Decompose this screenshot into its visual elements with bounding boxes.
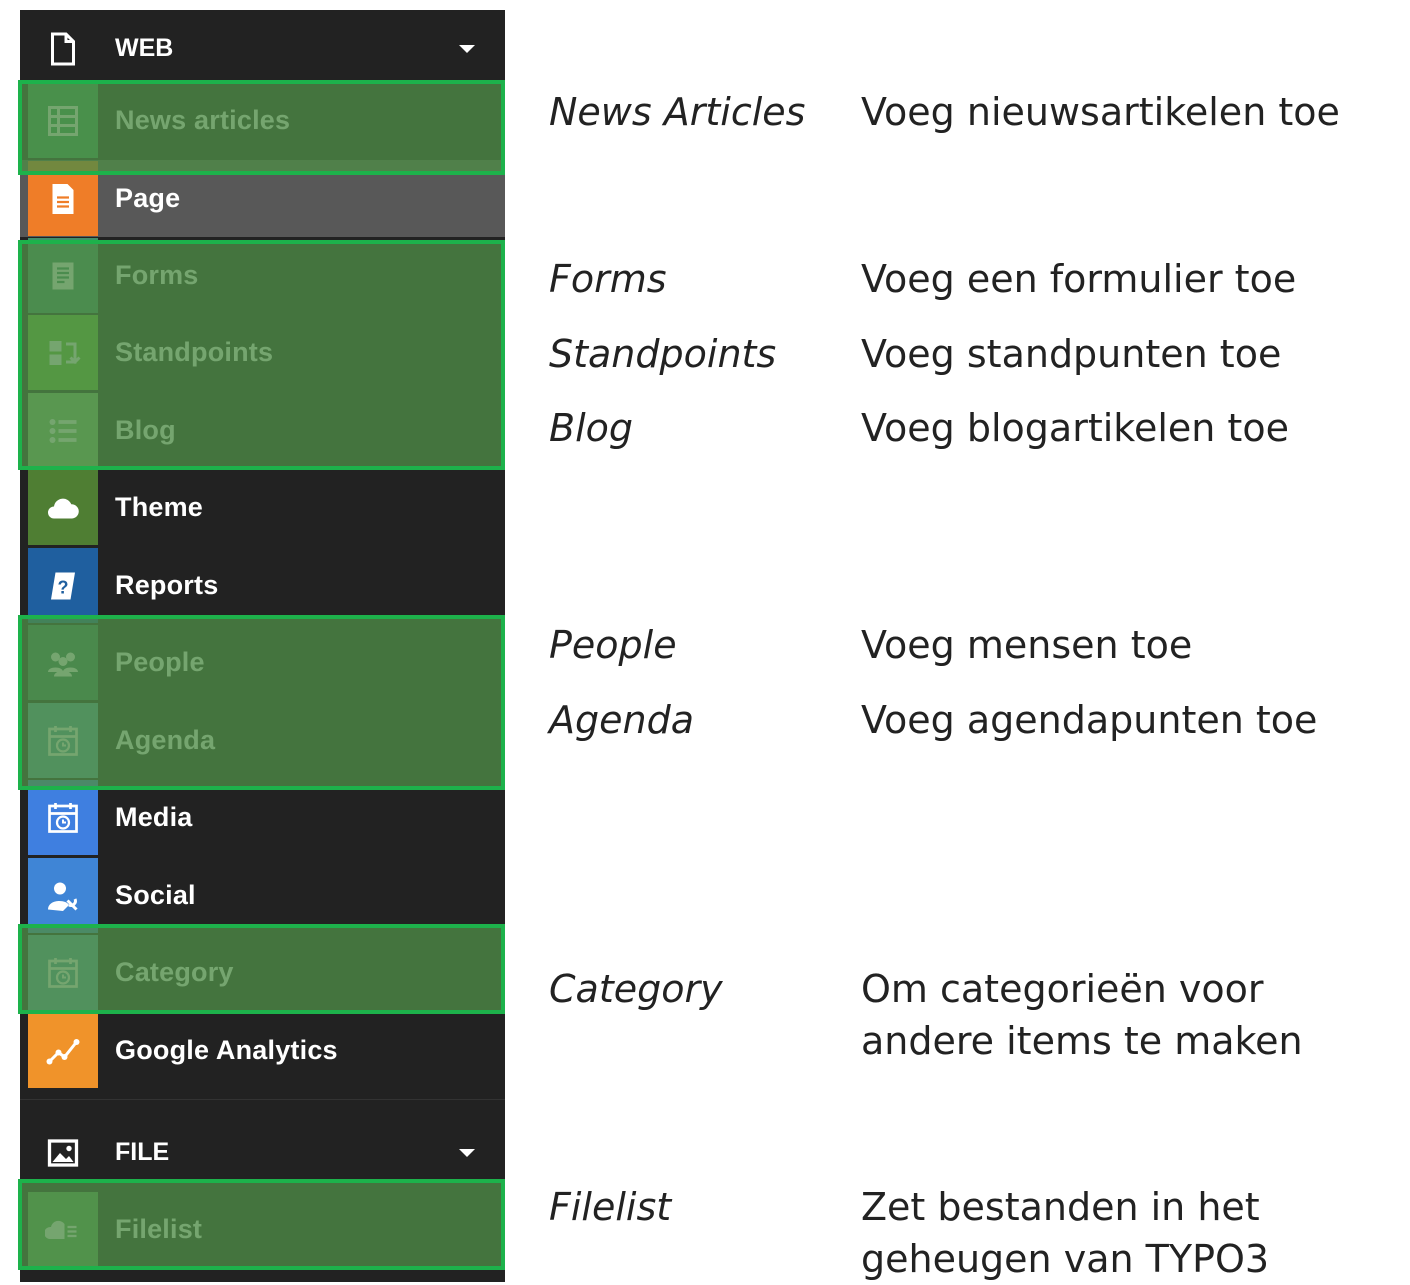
annotation-term: Standpoints (549, 332, 777, 376)
annotation-text: Voeg standpunten toe (861, 332, 1282, 376)
menu-item-category[interactable]: Category (20, 934, 505, 1011)
menu-item-label: News articles (115, 105, 291, 135)
sidebar: WEB News articles Page Forms Standpoints (18, 10, 505, 1282)
section-file[interactable]: FILE (20, 1114, 505, 1191)
menu-item-label: Media (115, 802, 193, 832)
menu-item-theme[interactable]: Theme (20, 469, 505, 546)
section-label: FILE (115, 1138, 170, 1166)
menu-item-label: Agenda (115, 725, 216, 755)
annotation-text: Zet bestanden in het geheugen van TYPO3 (861, 1185, 1270, 1281)
svg-text:?: ? (58, 577, 69, 597)
help-book-icon: ? (28, 548, 98, 623)
filelist-icon (28, 1192, 98, 1267)
annotation-text: Om categorieën voor andere items te make… (861, 967, 1303, 1063)
menu-item-label: Forms (115, 260, 199, 290)
annotation-term: News Articles (549, 90, 806, 134)
menu-item-label: Google Analytics (115, 1035, 338, 1065)
list-table-icon (28, 83, 98, 158)
menu-item-label: People (115, 647, 205, 677)
menu-item-news-articles[interactable]: News articles (20, 82, 505, 159)
menu-item-label: Standpoints (115, 337, 274, 367)
annotation-term: People (549, 623, 677, 667)
menu-item-label: Blog (115, 415, 176, 445)
menu-item-social[interactable]: Social (20, 857, 505, 934)
section-web[interactable]: WEB (20, 10, 505, 87)
menu-item-label: Page (115, 183, 181, 213)
menu-item-reports[interactable]: ? Reports (20, 547, 505, 624)
analytics-icon (28, 1013, 98, 1088)
menu-item-forms[interactable]: Forms (20, 237, 505, 314)
annotation-term: Filelist (549, 1185, 672, 1229)
annotation-term: Category (549, 967, 723, 1011)
form-icon (28, 238, 98, 313)
annotation-text: Voeg agendapunten toe (861, 698, 1318, 742)
divider (20, 1099, 505, 1100)
annotation-text: Voeg blogartikelen toe (861, 406, 1289, 450)
menu-item-page[interactable]: Page (20, 160, 505, 237)
menu-item-media[interactable]: Media (20, 779, 505, 856)
annotation-term: Forms (549, 257, 667, 301)
bullet-list-icon (28, 393, 98, 468)
calendar-icon (28, 703, 98, 778)
menu-item-label: Category (115, 957, 234, 987)
annotation-term: Agenda (549, 698, 694, 742)
page-icon (28, 161, 98, 236)
standpoints-icon (28, 315, 98, 390)
menu-item-label: Social (115, 880, 196, 910)
menu-item-filelist[interactable]: Filelist (20, 1191, 505, 1268)
annotation-text: Voeg mensen toe (861, 623, 1193, 667)
people-icon (28, 625, 98, 700)
menu-item-google-analytics[interactable]: Google Analytics (20, 1012, 505, 1089)
image-icon (28, 1115, 98, 1190)
caret-down-icon[interactable] (459, 44, 475, 53)
menu-item-label: Filelist (115, 1214, 203, 1244)
user-wrench-icon (28, 858, 98, 933)
caret-down-icon[interactable] (459, 1148, 475, 1157)
cloud-icon (28, 470, 98, 545)
section-label: WEB (115, 34, 174, 62)
menu-item-agenda[interactable]: Agenda (20, 702, 505, 779)
calendar-icon (28, 780, 98, 855)
menu-item-label: Reports (115, 570, 219, 600)
document-icon (28, 11, 98, 86)
menu-item-blog[interactable]: Blog (20, 392, 505, 469)
annotation-text: Voeg een formulier toe (861, 257, 1297, 301)
calendar-icon (28, 935, 98, 1010)
annotation-term: Blog (549, 406, 633, 450)
menu-item-standpoints[interactable]: Standpoints (20, 314, 505, 391)
annotation-text: Voeg nieuwsartikelen toe (861, 90, 1340, 134)
menu-item-people[interactable]: People (20, 624, 505, 701)
menu-item-label: Theme (115, 492, 204, 522)
